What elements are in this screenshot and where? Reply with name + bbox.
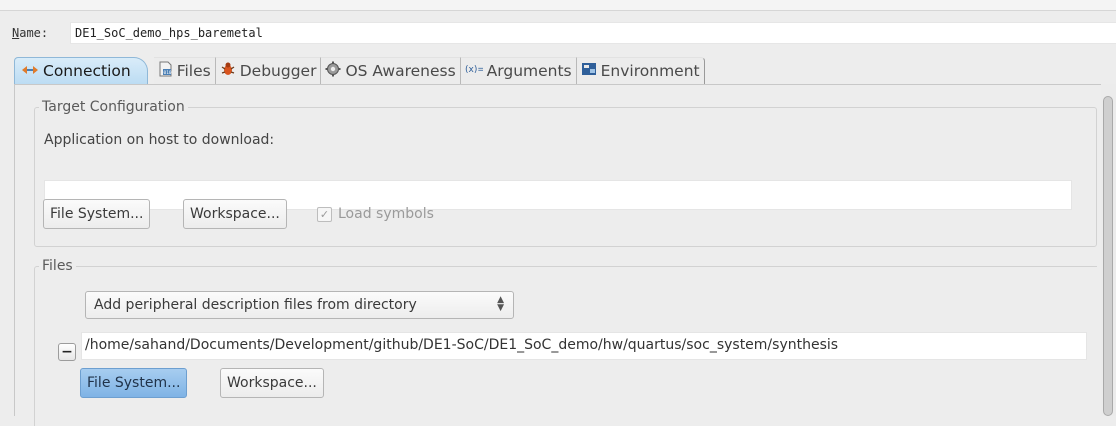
debugger-icon <box>220 61 236 81</box>
tab-arguments[interactable]: (x)= Arguments <box>460 57 577 84</box>
tab-files-label: Files <box>176 62 211 80</box>
window-top-edge <box>0 0 1116 11</box>
scrollbar-thumb[interactable] <box>1103 96 1113 416</box>
tab-os-awareness[interactable]: OS Awareness <box>321 57 461 84</box>
tab-environment[interactable]: Environment <box>576 57 705 84</box>
tab-connection[interactable]: Connection <box>14 57 148 84</box>
application-label: Application on host to download: <box>44 132 275 148</box>
target-file-system-button[interactable]: File System... <box>43 199 151 229</box>
peripheral-files-select[interactable]: Add peripheral description files from di… <box>85 291 514 319</box>
files-file-system-button[interactable]: File System... <box>80 368 188 398</box>
tab-files[interactable]: 010 Files <box>153 57 216 84</box>
tab-debugger[interactable]: Debugger <box>215 57 322 84</box>
files-workspace-button[interactable]: Workspace... <box>220 368 324 398</box>
directory-path-input[interactable]: /home/sahand/Documents/Development/githu… <box>81 332 1087 360</box>
name-input[interactable]: DE1_SoC_demo_hps_baremetal <box>70 22 1116 44</box>
tab-arguments-label: Arguments <box>486 62 572 80</box>
svg-text:010: 010 <box>163 70 171 76</box>
tab-os-awareness-label: OS Awareness <box>345 62 456 80</box>
svg-text:(x)=: (x)= <box>465 65 483 75</box>
remove-entry-button[interactable]: − <box>58 343 76 361</box>
launch-config-tabs: Connection 010 Files Debugger OS Awarene… <box>14 57 705 85</box>
minus-icon: − <box>61 344 73 360</box>
connection-icon <box>21 64 39 79</box>
load-symbols-option[interactable]: ✓ Load symbols <box>317 206 434 222</box>
files-group: Files Add peripheral description files f… <box>34 258 1097 426</box>
target-workspace-button[interactable]: Workspace... <box>183 199 287 229</box>
spinner-arrows-icon: ▲ ▼ <box>497 295 504 313</box>
environment-icon <box>581 62 597 80</box>
target-configuration-title: Target Configuration <box>39 99 188 115</box>
files-icon: 010 <box>158 61 173 81</box>
load-symbols-label: Load symbols <box>338 206 434 222</box>
tab-debugger-label: Debugger <box>239 62 317 80</box>
name-label: Name: <box>12 26 48 40</box>
connection-tab-panel: Target Configuration Application on host… <box>14 84 1101 426</box>
arguments-icon: (x)= <box>465 63 485 79</box>
name-label-text: ame: <box>19 26 49 40</box>
vertical-scrollbar[interactable] <box>1101 84 1116 416</box>
peripheral-files-select-value: Add peripheral description files from di… <box>94 297 417 313</box>
files-group-title: Files <box>39 258 76 274</box>
tab-connection-label: Connection <box>43 62 131 80</box>
os-awareness-icon <box>325 61 341 81</box>
name-row: Name: DE1_SoC_demo_hps_baremetal <box>12 22 1116 46</box>
tab-environment-label: Environment <box>600 62 700 80</box>
load-symbols-checkbox[interactable]: ✓ <box>317 206 332 222</box>
